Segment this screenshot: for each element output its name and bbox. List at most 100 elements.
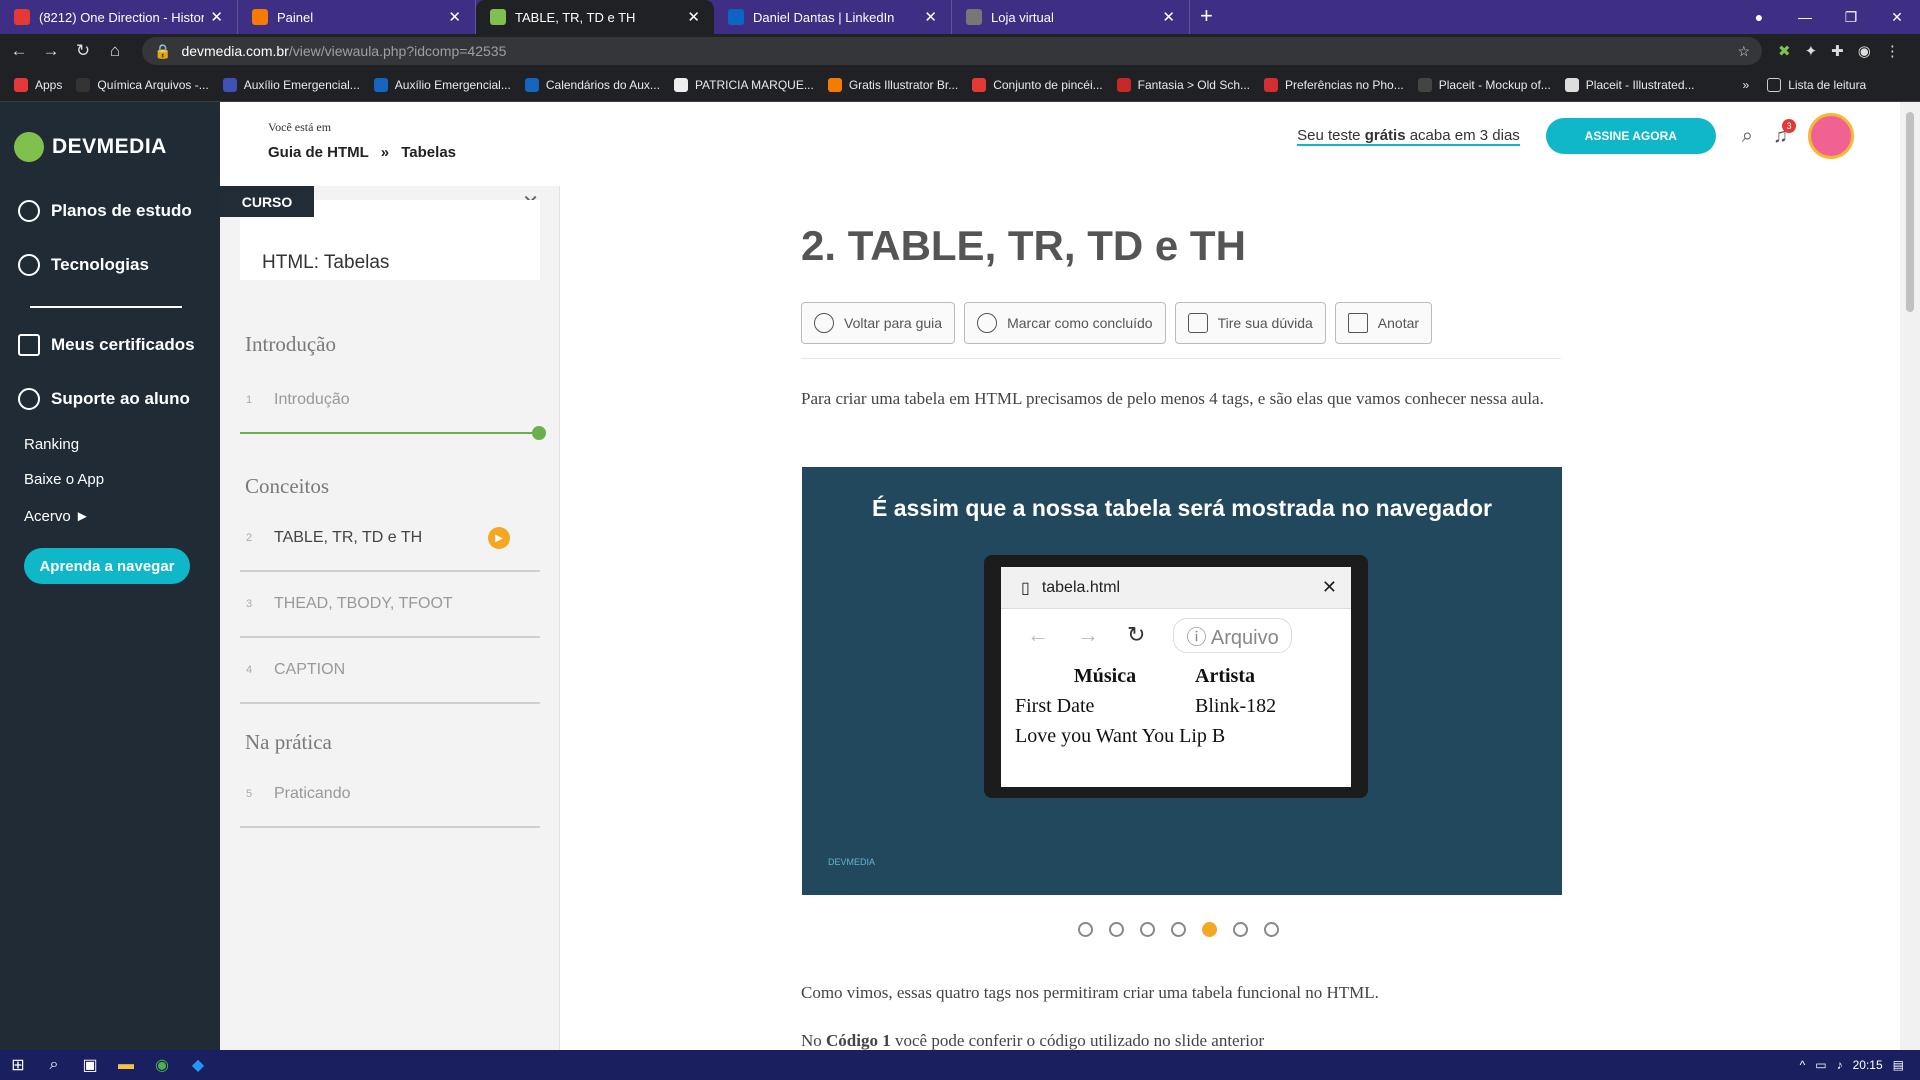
lesson-item[interactable]: 4 CAPTION [240, 638, 540, 704]
folder-icon[interactable]: ▬ [108, 1056, 144, 1074]
back-to-guide-button[interactable]: Voltar para guia [801, 302, 956, 344]
close-icon[interactable]: ✕ [448, 8, 461, 26]
reload-icon[interactable]: ↻ [70, 41, 96, 61]
sidebar-item-tecnologias[interactable]: Tecnologias [18, 254, 149, 276]
bookmark[interactable]: Química Arquivos -... [76, 77, 209, 92]
sidebar-item-planos[interactable]: Planos de estudo [18, 200, 192, 222]
notifications-icon[interactable]: ▤ [1893, 1058, 1904, 1072]
breadcrumb-guide[interactable]: Guia de HTML [268, 144, 369, 161]
browser-tab[interactable]: (8212) One Direction - History (O ✕ [0, 0, 238, 34]
lock-icon: 🔒 [154, 42, 172, 59]
more-bookmarks-icon[interactable]: » [1743, 78, 1750, 92]
lesson-item-current[interactable]: 2 TABLE, TR, TD e TH ▶ [240, 506, 540, 572]
bookmark-icon [76, 77, 91, 92]
close-icon[interactable]: ✕ [1162, 8, 1175, 26]
bookmark[interactable]: Fantasia > Old Sch... [1116, 77, 1250, 92]
taskbar: ⊞ ⌕ ▣ ▬ ◉ ◆ ^ ▭ ♪ 20:15 ▤ [0, 1050, 1920, 1080]
scrollbar-thumb[interactable] [1906, 112, 1914, 312]
slide-dot[interactable] [1264, 922, 1279, 937]
slide-dot[interactable] [1109, 922, 1124, 937]
sidebar-item-suporte[interactable]: Suporte ao aluno [18, 388, 190, 410]
annotate-button[interactable]: Anotar [1334, 302, 1433, 344]
search-icon[interactable]: ⌕ [1742, 125, 1753, 148]
bookmark[interactable]: Auxílio Emergencial... [222, 77, 360, 92]
sidebar-link-app[interactable]: Baixe o App [24, 471, 104, 488]
trial-bold: grátis [1364, 126, 1406, 144]
close-icon[interactable]: ✕ [210, 8, 223, 26]
ask-question-button[interactable]: Tire sua dúvida [1174, 302, 1326, 344]
close-window-icon[interactable]: ✕ [1874, 9, 1920, 26]
devmedia-logo[interactable]: DEVMEDIA [14, 132, 167, 162]
sidebar-link-acervo[interactable]: Acervo ► [24, 508, 90, 525]
close-icon[interactable]: ✕ [687, 8, 700, 26]
mock-tab-title: tabela.html [1041, 578, 1121, 596]
search-icon[interactable]: ⌕ [36, 1056, 72, 1074]
extension-icon[interactable]: ✦ [1805, 42, 1818, 60]
restore-icon[interactable]: ❐ [1828, 9, 1874, 26]
vscode-icon[interactable]: ◆ [180, 1055, 216, 1075]
sidebar-link-ranking[interactable]: Ranking [24, 436, 79, 453]
subscribe-button[interactable]: ASSINE AGORA [1545, 118, 1716, 154]
bookmark[interactable]: Apps [14, 77, 63, 92]
clock[interactable]: 20:15 [1853, 1058, 1883, 1072]
slide-dot[interactable] [1171, 922, 1186, 937]
devmedia-icon [490, 9, 506, 25]
bookmark[interactable]: Placeit - Illustrated... [1564, 77, 1695, 92]
extension-icon[interactable]: ✖ [1778, 42, 1791, 60]
network-icon[interactable]: ▭ [1815, 1058, 1826, 1072]
lesson-item[interactable]: 5 Praticando [240, 762, 540, 828]
reading-list[interactable]: Lista de leitura [1767, 77, 1866, 92]
bookmark[interactable]: Conjunto de pincéi... [972, 77, 1103, 92]
bookmark[interactable]: Placeit - Mockup of... [1417, 77, 1551, 92]
new-tab-icon[interactable]: + [1200, 3, 1213, 29]
learn-navigate-button[interactable]: Aprenda a navegar [24, 548, 190, 584]
lesson-number: 5 [246, 788, 253, 800]
bookmark[interactable]: Calendários do Aux... [524, 77, 660, 92]
slide-dot[interactable] [1233, 922, 1248, 937]
profile-sync-icon[interactable]: ● [1736, 9, 1782, 25]
bookmark-label: Placeit - Mockup of... [1438, 77, 1551, 92]
bookmark[interactable]: PATRICIA MARQUE... [673, 77, 814, 92]
slide-dot[interactable] [1202, 922, 1217, 937]
back-icon[interactable]: ← [6, 41, 32, 61]
avatar[interactable] [1808, 113, 1854, 159]
slide-dot[interactable] [1078, 922, 1093, 937]
browser-tab[interactable]: Daniel Dantas | LinkedIn ✕ [714, 0, 952, 34]
task-view-icon[interactable]: ▣ [72, 1055, 108, 1075]
sidebar-item-certificados[interactable]: Meus certificados [18, 334, 195, 356]
bell-icon[interactable]: ♫ 3 [1773, 118, 1796, 148]
lesson-item[interactable]: 3 THEAD, TBODY, TFOOT [240, 572, 540, 638]
chrome-icon[interactable]: ◉ [144, 1055, 180, 1075]
logo-text: DEVMEDIA [52, 135, 167, 158]
forward-icon[interactable]: → [38, 41, 64, 61]
url-field[interactable]: 🔒 devmedia.com.br/view/viewaula.php?idco… [142, 37, 1762, 65]
trial-notice[interactable]: Seu teste grátis acaba em 3 dias [1297, 127, 1520, 146]
scrollbar[interactable] [1900, 102, 1920, 1050]
lesson-item[interactable]: 1 Introdução [240, 368, 546, 440]
browser-tab[interactable]: Painel ✕ [238, 0, 476, 34]
puzzle-icon[interactable]: ✚ [1831, 42, 1844, 60]
mark-complete-button[interactable]: Marcar como concluído [964, 302, 1166, 344]
browser-tab[interactable]: Loja virtual ✕ [952, 0, 1190, 34]
home-icon[interactable]: ⌂ [102, 41, 128, 61]
browser-tab-active[interactable]: TABLE, TR, TD e TH ✕ [476, 0, 714, 34]
bookmark-label: Apps [35, 77, 63, 92]
breadcrumb-current[interactable]: Tabelas [401, 144, 456, 161]
close-icon[interactable]: ✕ [924, 8, 937, 26]
windows-start-icon[interactable]: ⊞ [0, 1055, 36, 1075]
bookmark-label: Auxílio Emergencial... [394, 77, 511, 92]
bookmark-star-icon[interactable]: ☆ [1737, 43, 1750, 60]
bookmark[interactable]: Gratis Illustrator Br... [827, 77, 958, 92]
chart-icon [18, 200, 40, 222]
profile-icon[interactable]: ◉ [1858, 42, 1871, 60]
bookmark[interactable]: Auxílio Emergencial... [373, 77, 511, 92]
minimize-icon[interactable]: — [1782, 9, 1828, 25]
menu-icon[interactable]: ⋮ [1885, 42, 1900, 60]
slide-dot[interactable] [1140, 922, 1155, 937]
volume-icon[interactable]: ♪ [1837, 1058, 1843, 1072]
bookmark[interactable]: Preferências no Pho... [1264, 77, 1404, 92]
tray-arrow-icon[interactable]: ^ [1800, 1058, 1806, 1072]
logo-mark-icon [14, 132, 44, 162]
code-pre: No [801, 1031, 827, 1050]
slide[interactable]: É assim que a nossa tabela será mostrada… [802, 467, 1562, 895]
